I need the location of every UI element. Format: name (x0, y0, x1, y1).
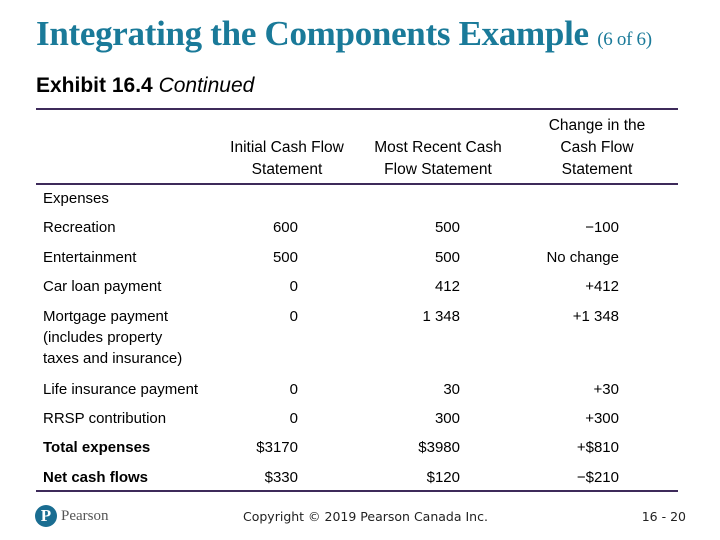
row-recent: $3980 (418, 439, 460, 456)
header-recent: Most Recent Cash Flow Statement (362, 137, 514, 181)
table-bottom-rule (36, 490, 678, 492)
header-recent-line1: Most Recent Cash (374, 139, 502, 156)
pearson-logo: P Pearson (35, 505, 109, 527)
row-change: +1 348 (572, 308, 619, 325)
exhibit-label: Exhibit 16.4 Continued (36, 74, 254, 98)
row-label-line3: taxes and insurance) (43, 350, 183, 367)
row-label: Recreation (43, 219, 116, 236)
row-label-line2: (includes property (43, 329, 163, 346)
row-initial: 0 (289, 381, 298, 398)
row-label: Net cash flows (43, 469, 149, 486)
row-initial: 0 (289, 410, 298, 427)
row-initial: 500 (272, 249, 298, 266)
row-recent: $120 (426, 469, 460, 486)
row-label: RRSP contribution (43, 410, 167, 427)
header-change-line3: Statement (561, 161, 633, 178)
section-expenses: Expenses (43, 190, 109, 207)
slide-title: Integrating the Components Example (6 of… (36, 14, 652, 54)
header-initial-line1: Initial Cash Flow (230, 139, 344, 156)
row-recent: 1 348 (422, 308, 460, 325)
row-label: Total expenses (43, 439, 151, 456)
row-change: −100 (585, 219, 619, 236)
exhibit-number: Exhibit 16.4 (36, 74, 153, 97)
row-recent: 300 (434, 410, 460, 427)
row-label: Car loan payment (43, 278, 162, 295)
page-number: 16 - 20 (641, 509, 686, 524)
table-top-rule (36, 108, 678, 110)
row-change: +$810 (576, 439, 619, 456)
row-change: +412 (585, 278, 619, 295)
row-label: Life insurance payment (43, 381, 199, 398)
row-initial: $3170 (256, 439, 298, 456)
header-initial: Initial Cash Flow Statement (212, 137, 362, 181)
row-label-line1: Mortgage payment (43, 308, 169, 325)
row-initial: 600 (272, 219, 298, 236)
row-recent: 412 (434, 278, 460, 295)
row-initial: 0 (289, 278, 298, 295)
row-initial: $330 (264, 469, 298, 486)
exhibit-continued: Continued (158, 74, 255, 97)
copyright: Copyright © 2019 Pearson Canada Inc. (243, 509, 488, 524)
title-main: Integrating the Components Example (36, 14, 589, 53)
row-change: −$210 (576, 469, 619, 486)
header-change-line2: Cash Flow (560, 139, 634, 156)
header-recent-line2: Flow Statement (384, 161, 492, 178)
row-change: +30 (593, 381, 619, 398)
pearson-logo-icon: P (35, 505, 57, 527)
header-initial-line2: Statement (251, 161, 323, 178)
header-change-line1: Change in the (548, 117, 646, 134)
row-initial: 0 (289, 308, 298, 325)
row-recent: 500 (434, 219, 460, 236)
row-change: +300 (585, 410, 619, 427)
title-suffix: (6 of 6) (597, 29, 652, 50)
row-recent: 500 (434, 249, 460, 266)
header-change: Change in the Cash Flow Statement (527, 115, 667, 181)
row-label: Entertainment (43, 249, 137, 266)
pearson-logo-text: Pearson (61, 507, 109, 524)
row-change: No change (546, 249, 619, 266)
row-recent: 30 (443, 381, 460, 398)
table-header-rule (36, 183, 678, 185)
